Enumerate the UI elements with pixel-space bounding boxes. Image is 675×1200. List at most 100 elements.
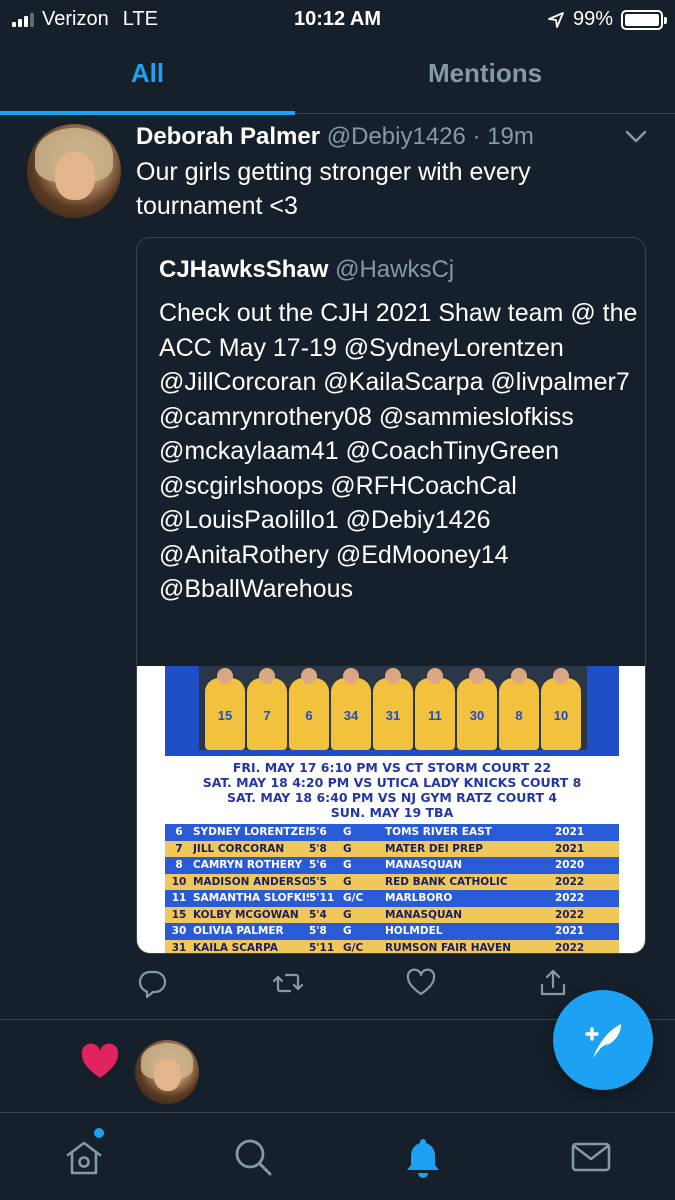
roster-cell: G	[343, 908, 352, 921]
liker-avatar[interactable]	[135, 1040, 199, 1104]
bottom-navigation	[0, 1112, 675, 1200]
bell-icon[interactable]	[401, 1135, 445, 1179]
heart-filled-icon	[81, 1043, 119, 1078]
player-figure: 34	[331, 668, 371, 750]
jersey-number: 6	[305, 708, 313, 723]
quoted-tweet-text: Check out the CJH 2021 Shaw team @ the A…	[159, 299, 638, 603]
chevron-down-icon[interactable]	[623, 127, 649, 147]
search-icon[interactable]	[231, 1135, 275, 1179]
roster-row: 11 SAMANTHA SLOFKISS 5'11 G/C MARLBORO 2022	[165, 890, 619, 907]
tweet[interactable]: Deborah Palmer @Debiy1426 · 19m Our girl…	[0, 115, 675, 1020]
player-figure: 8	[499, 668, 539, 750]
roster-cell: 2020	[555, 859, 585, 872]
roster-cell: JILL CORCORAN	[193, 842, 285, 855]
roster-row: 15 KOLBY MCGOWAN 5'4 G MANASQUAN 2022	[165, 906, 619, 923]
roster-cell: 5'6	[309, 826, 327, 839]
roster-cell: 5'4	[309, 908, 327, 921]
roster-cell: 30	[171, 925, 187, 938]
player-figure: 30	[457, 668, 497, 750]
roster-cell: TOMS RIVER EAST	[385, 826, 492, 839]
roster-cell: OLIVIA PALMER	[193, 925, 284, 938]
jersey-number: 8	[515, 708, 523, 723]
jersey-number: 34	[343, 708, 359, 723]
roster-cell: 2021	[555, 842, 585, 855]
compose-tweet-icon	[585, 1024, 621, 1058]
roster-cell: G	[343, 826, 352, 839]
location-arrow-icon	[548, 11, 564, 28]
roster-cell: MATER DEI PREP	[385, 842, 483, 855]
status-right: 99%	[547, 8, 667, 31]
roster-cell: 5'8	[309, 925, 327, 938]
roster-cell: 5'11	[309, 941, 335, 954]
player-figure: 31	[373, 668, 413, 750]
quoted-author-handle: @HawksCj	[335, 256, 455, 283]
roster-cell: G	[343, 842, 352, 855]
roster-cell: 11	[171, 892, 187, 905]
player-figure: 6	[289, 668, 329, 750]
tweet-header: Deborah Palmer @Debiy1426 · 19m	[136, 123, 534, 151]
author-name[interactable]: Deborah Palmer	[136, 123, 320, 150]
roster-cell: HOLMDEL	[385, 925, 443, 938]
tweet-text: Our girls getting stronger with every to…	[136, 158, 531, 220]
tweet-time: · 19m	[472, 123, 534, 150]
jersey-number: 30	[469, 708, 485, 723]
tab-all[interactable]: All	[0, 58, 295, 89]
retweet-icon[interactable]	[272, 967, 304, 999]
status-bar: Verizon LTE 10:12 AM 99%	[0, 0, 675, 40]
jersey-number: 11	[428, 708, 442, 723]
schedule-line: FRI. MAY 17 6:10 PM VS CT STORM COURT 22	[232, 760, 552, 775]
jersey-number: 15	[217, 708, 233, 723]
roster-cell: 2022	[555, 941, 585, 954]
roster-cell: RUMSON FAIR HAVEN	[385, 941, 512, 954]
roster-cell: 5'5	[309, 875, 327, 888]
roster-cell: 2021	[555, 925, 585, 938]
battery-percent: 99%	[572, 8, 613, 30]
team-photo: 15 7 6 34 31 11 30 8 10	[199, 666, 587, 750]
schedule-line: SUN. MAY 19 TBA	[330, 805, 454, 820]
roster-cell: MARLBORO	[385, 892, 453, 905]
like-icon[interactable]	[405, 967, 437, 999]
schedule-line: SAT. MAY 18 6:40 PM VS NJ GYM RATZ COURT…	[226, 790, 558, 805]
mail-icon[interactable]	[569, 1135, 613, 1179]
roster-cell: SYDNEY LORENTZEN	[193, 826, 309, 839]
quoted-author-name: CJHawksShaw	[159, 256, 329, 283]
roster-cell: 2022	[555, 908, 585, 921]
roster-cell: KAILA SCARPA	[193, 941, 278, 954]
roster-cell: 8	[175, 859, 183, 872]
home-icon[interactable]	[62, 1135, 106, 1179]
roster-cell: MADISON ANDERSON	[193, 875, 309, 888]
roster-cell: KOLBY MCGOWAN	[193, 908, 299, 921]
roster-cell: MANASQUAN	[385, 908, 463, 921]
quoted-tweet[interactable]: CJHawksShaw @HawksCj Check out the CJH 2…	[136, 237, 646, 954]
roster-row: 31 KAILA SCARPA 5'11 G/C RUMSON FAIR HAVEN 20…	[165, 939, 619, 954]
roster-cell: CAMRYN ROTHERY	[193, 859, 303, 872]
roster-cell: 5'11	[309, 892, 335, 905]
roster-row: 8 CAMRYN ROTHERY 5'6 G MANASQUAN 2020	[165, 857, 619, 874]
avatar[interactable]	[27, 124, 121, 218]
roster-table: 6 SYDNEY LORENTZEN 5'6 G TOMS RIVER EAST 2021…	[165, 824, 619, 954]
player-figure: 11	[415, 668, 455, 750]
tab-mentions[interactable]: Mentions	[295, 58, 675, 89]
roster-cell: 5'6	[309, 859, 327, 872]
reply-icon[interactable]	[136, 967, 168, 999]
compose-tweet-button[interactable]	[553, 990, 653, 1090]
battery-icon	[621, 9, 667, 30]
share-icon[interactable]	[537, 967, 569, 999]
roster-cell: SAMANTHA SLOFKISS	[193, 892, 309, 905]
roster-row: 10 MADISON ANDERSON 5'5 G RED BANK CATHOLIC 2…	[165, 873, 619, 890]
roster-cell: 5'8	[309, 842, 327, 855]
roster-cell: 2022	[555, 892, 585, 905]
roster-cell: 2022	[555, 875, 585, 888]
roster-cell: G	[343, 925, 352, 938]
roster-cell: 2021	[555, 826, 585, 839]
roster-cell: G/C	[343, 892, 364, 905]
player-figure: 10	[541, 668, 581, 750]
notification-tabs: All Mentions	[0, 48, 675, 115]
roster-row: 6 SYDNEY LORENTZEN 5'6 G TOMS RIVER EAST 2021	[165, 824, 619, 841]
jersey-number: 7	[263, 708, 271, 723]
roster-cell: 10	[171, 875, 187, 888]
roster-cell: G	[343, 875, 352, 888]
roster-cell: 7	[175, 842, 183, 855]
author-handle[interactable]: @Debiy1426	[327, 123, 466, 150]
quoted-tweet-image[interactable]: 15 7 6 34 31 11 30 8 10 FRI. MAY 17 6:10 PM VS C…	[137, 666, 645, 954]
